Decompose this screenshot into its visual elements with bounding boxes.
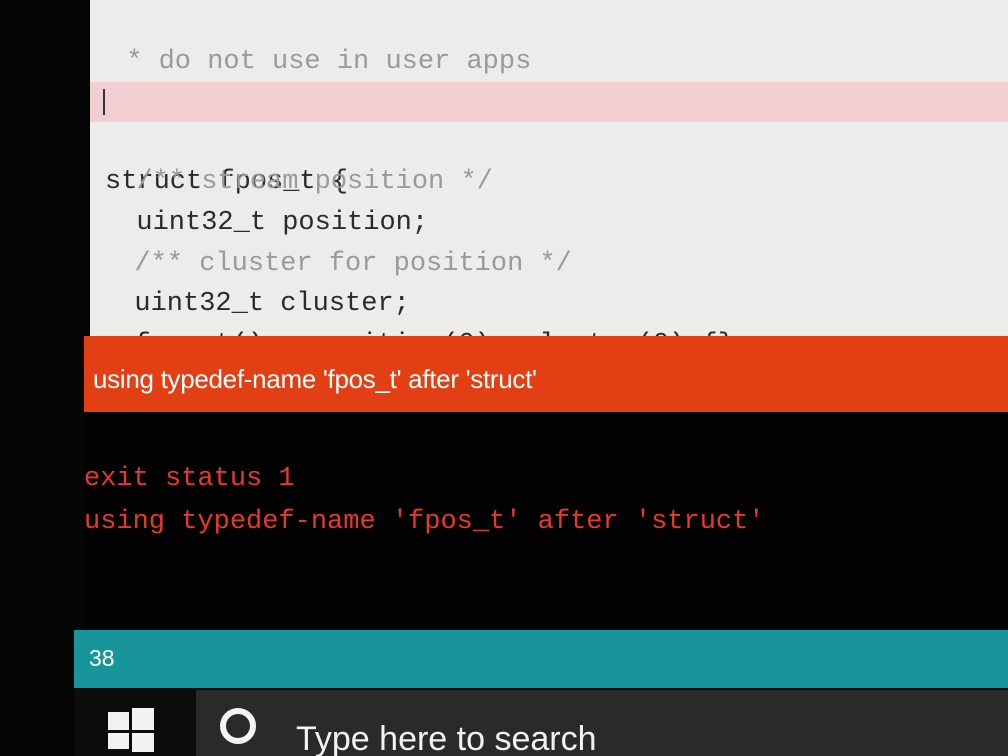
status-bar: 38 (74, 630, 1008, 688)
start-button[interactable] (108, 708, 154, 752)
code-line: /** cluster for position */ (90, 204, 1008, 279)
code-editor[interactable]: * do not use in user apps */ struct fpos… (90, 0, 1008, 360)
code-line: fpos_t() : position(0), cluster(0) {} (90, 285, 1008, 360)
code-line: uint32_t cluster; (90, 244, 1008, 319)
taskbar-search-box[interactable]: Type here to search (196, 690, 1008, 756)
error-highlighted-line: struct fpos_t { (90, 82, 1008, 197)
console-line: using typedef-name 'fpos_t' after 'struc… (84, 507, 765, 537)
code-line: */ (90, 42, 1008, 117)
output-console[interactable]: exit status 1 using typedef-name 'fpos_t… (84, 412, 1008, 632)
error-banner: using typedef-name 'fpos_t' after 'struc… (84, 336, 1008, 412)
console-line: exit status 1 (84, 464, 295, 494)
cortana-circle-icon (220, 708, 256, 744)
text-cursor (103, 89, 105, 115)
error-message: using typedef-name 'fpos_t' after 'struc… (93, 364, 537, 394)
code-line: /** stream position */ (90, 122, 1008, 197)
line-number: 38 (89, 645, 115, 671)
code-line: * do not use in user apps (90, 2, 1008, 77)
screen: * do not use in user apps */ struct fpos… (0, 0, 1008, 756)
code-line: uint32_t position; (90, 163, 1008, 238)
search-placeholder: Type here to search (296, 720, 597, 756)
taskbar: Type here to search (74, 688, 1008, 756)
